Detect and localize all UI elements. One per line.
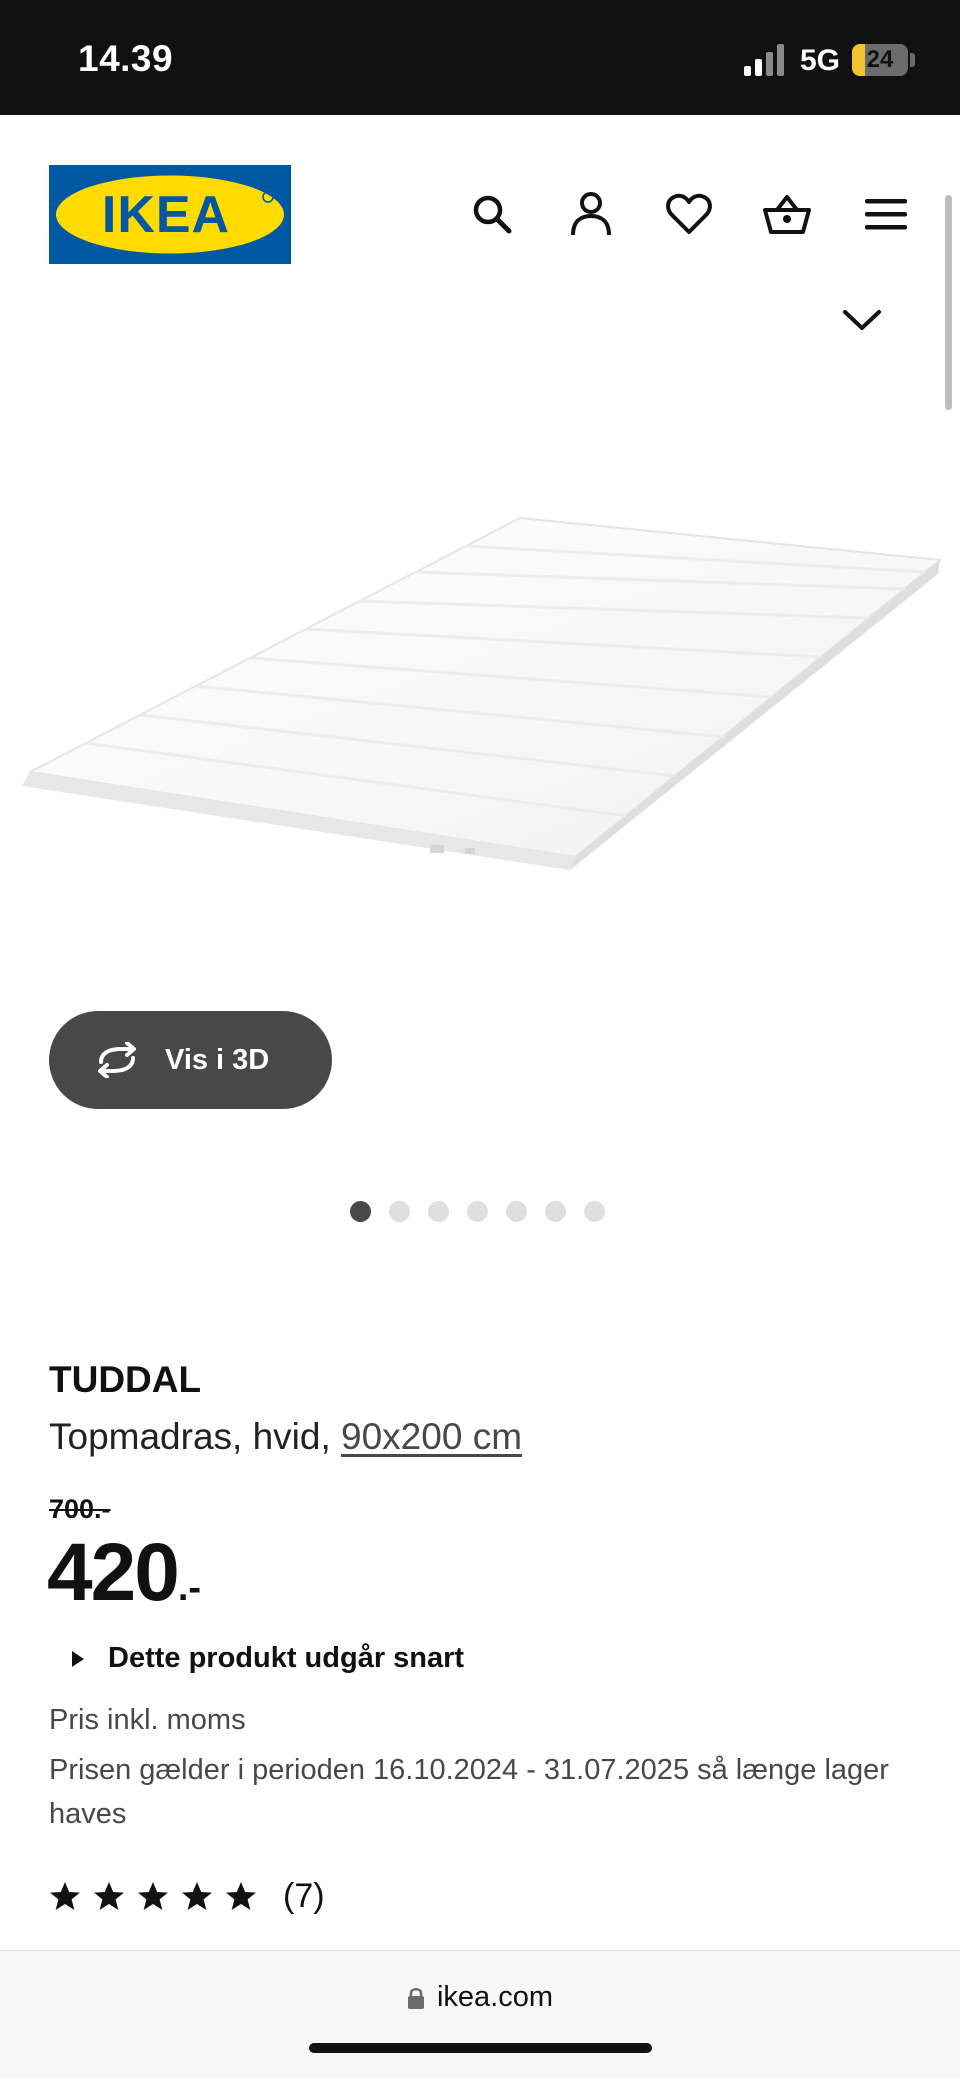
url-text: ikea.com [436, 1981, 554, 2013]
status-time: 14.39 [78, 38, 174, 79]
gallery-dot[interactable] [584, 1201, 605, 1222]
caret-right-icon [72, 1650, 84, 1667]
view-3d-label: Vis i 3D [165, 1043, 270, 1076]
ikea-logo[interactable]: IKEA [49, 165, 291, 264]
lock-icon [407, 1987, 424, 2009]
battery-level: 24 [866, 46, 894, 73]
gallery-dot[interactable] [545, 1201, 566, 1222]
network-label: 5G [800, 44, 841, 77]
gallery-dot[interactable] [428, 1201, 449, 1222]
chevron-down-icon[interactable] [836, 300, 888, 340]
star-icon [182, 1881, 212, 1910]
price-suffix: .- [177, 1567, 202, 1609]
rating-count: (7) [283, 1877, 325, 1915]
browser-bar: ikea.com [0, 1950, 960, 2078]
discontinued-label: Dette produkt udgår snart [108, 1642, 465, 1674]
battery-cap [910, 53, 915, 67]
star-icon [94, 1881, 124, 1910]
gallery-dot[interactable] [350, 1201, 371, 1222]
price-period-note: Prisen gælder i perioden 16.10.2024 - 31… [49, 1754, 889, 1830]
price-amount: 420 [47, 1527, 180, 1618]
rating[interactable]: (7) [49, 1877, 325, 1916]
gallery-dot[interactable] [467, 1201, 488, 1222]
product-name: TUDDAL [49, 1359, 202, 1400]
scrollbar[interactable] [945, 195, 952, 410]
battery-icon: 24 [852, 44, 908, 76]
old-price: 700.- [49, 1494, 111, 1524]
gallery-dot[interactable] [506, 1201, 527, 1222]
gallery-pagination[interactable] [350, 1201, 605, 1223]
basket-icon[interactable] [757, 184, 817, 244]
gallery-dot[interactable] [389, 1201, 410, 1222]
url-bar[interactable]: ikea.com [0, 1981, 960, 2014]
profile-icon[interactable] [561, 184, 621, 244]
heart-icon[interactable] [659, 184, 719, 244]
product-description-text: Topmadras, hvid, [49, 1416, 342, 1457]
star-icon [138, 1881, 168, 1910]
view-3d-button[interactable]: Vis i 3D [49, 1011, 332, 1109]
rating-stars [49, 1881, 269, 1913]
discontinued-toggle[interactable]: Dette produkt udgår snart [72, 1642, 464, 1675]
logo-text: IKEA [102, 186, 230, 244]
star-icon [50, 1881, 80, 1910]
menu-icon[interactable] [856, 184, 916, 244]
star-icon [226, 1881, 256, 1910]
vat-note: Pris inkl. moms [49, 1704, 246, 1736]
product-description: Topmadras, hvid, 90x200 cm [49, 1416, 522, 1458]
search-icon[interactable] [462, 184, 522, 244]
signal-icon [744, 44, 784, 76]
status-bar: 14.39 5G 24 [0, 0, 960, 115]
product-image[interactable] [0, 490, 960, 890]
price: 420.- [47, 1526, 201, 1620]
product-size-link[interactable]: 90x200 cm [341, 1416, 522, 1457]
rotate-3d-icon [98, 1042, 136, 1078]
home-indicator [309, 2043, 652, 2053]
